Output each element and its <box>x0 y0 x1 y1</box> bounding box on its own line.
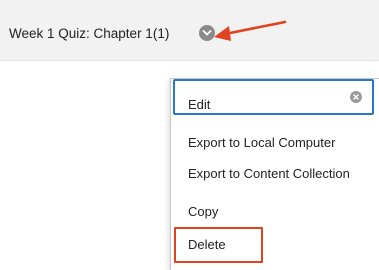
context-menu: Edit Export to Local Computer Export to … <box>170 78 379 270</box>
menu-item-export-collection[interactable]: Export to Content Collection <box>188 166 350 182</box>
red-arrow-icon <box>214 20 287 41</box>
clear-icon[interactable] <box>350 91 362 103</box>
chevron-down-icon <box>202 30 212 36</box>
menu-item-edit[interactable]: Edit <box>188 97 210 113</box>
delete-highlight-box <box>174 227 263 263</box>
content-item-header: Week 1 Quiz: Chapter 1(1) <box>0 0 379 61</box>
x-icon <box>353 94 359 100</box>
item-title[interactable]: Week 1 Quiz: Chapter 1(1) <box>9 26 169 42</box>
menu-item-export-local[interactable]: Export to Local Computer <box>188 135 335 151</box>
menu-item-copy[interactable]: Copy <box>188 204 218 220</box>
